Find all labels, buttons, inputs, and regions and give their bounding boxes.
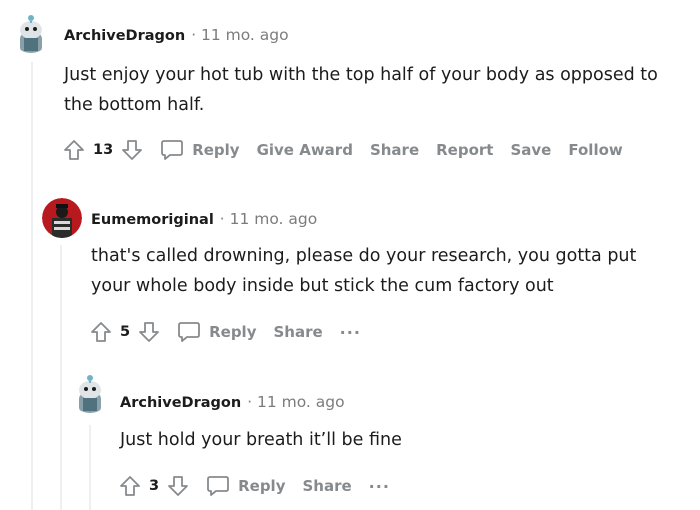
comment-body-line: Just enjoy your hot tub with the top hal…: [64, 65, 658, 85]
thread-line-level-3[interactable]: [89, 425, 91, 510]
meta-separator: ·: [219, 210, 225, 228]
reply-label: Reply: [209, 323, 257, 341]
comment-body: Just hold your breath it’ll be fine: [120, 425, 402, 455]
report-button[interactable]: Report: [436, 141, 493, 159]
more-options-button[interactable]: ···: [369, 477, 390, 496]
meta-separator: ·: [191, 26, 196, 44]
reply-button[interactable]: Reply: [177, 321, 256, 343]
dark-figure-avatar-icon[interactable]: [42, 198, 82, 238]
speech-bubble-icon: [206, 475, 230, 497]
downvote-arrow-icon[interactable]: [120, 138, 144, 162]
vote-score: 13: [93, 142, 114, 158]
comment-body: that's called drowning, please do your r…: [91, 241, 636, 301]
meta-separator: ·: [247, 393, 252, 411]
comment-timestamp[interactable]: 11 mo. ago: [230, 210, 318, 228]
comment-body-line: that's called drowning, please do your r…: [91, 246, 637, 266]
share-button[interactable]: Share: [302, 477, 351, 495]
comment-body-line: your whole body inside but stick the cum…: [91, 276, 554, 296]
reply-label: Reply: [192, 141, 240, 159]
upvote-arrow-icon[interactable]: [118, 474, 142, 498]
speech-bubble-icon: [177, 321, 201, 343]
comment-meta: Eumemoriginal · 11 mo. ago: [91, 209, 317, 230]
reply-button[interactable]: Reply: [206, 475, 285, 497]
thread-line-level-2[interactable]: [60, 245, 62, 510]
comment-body: Just enjoy your hot tub with the top hal…: [64, 60, 658, 120]
snoo-avatar-icon[interactable]: [70, 373, 110, 413]
upvote-arrow-icon[interactable]: [62, 138, 86, 162]
share-button[interactable]: Share: [370, 141, 419, 159]
comment-actions: 5 Reply Share ···: [89, 318, 361, 346]
snoo-avatar-icon[interactable]: [11, 13, 51, 53]
comment-timestamp[interactable]: 11 mo. ago: [257, 393, 345, 411]
thread-line-level-1[interactable]: [31, 62, 33, 510]
reply-button[interactable]: Reply: [160, 139, 240, 161]
more-options-button[interactable]: ···: [340, 323, 361, 342]
author-name[interactable]: ArchiveDragon: [64, 28, 185, 44]
comment-body-line: Just hold your breath it’ll be fine: [120, 430, 402, 450]
author-name[interactable]: ArchiveDragon: [120, 395, 241, 411]
vote-score: 5: [120, 324, 131, 340]
comment-actions: 13 Reply Give Award Share Report Save Fo…: [62, 136, 640, 164]
speech-bubble-icon: [160, 139, 184, 161]
downvote-arrow-icon[interactable]: [166, 474, 190, 498]
comment-actions: 3 Reply Share ···: [118, 472, 390, 500]
comment-body-line: the bottom half.: [64, 95, 205, 115]
comment-timestamp[interactable]: 11 mo. ago: [201, 26, 289, 44]
vote-score: 3: [149, 478, 160, 494]
upvote-arrow-icon[interactable]: [89, 320, 113, 344]
follow-button[interactable]: Follow: [568, 141, 622, 159]
author-name[interactable]: Eumemoriginal: [91, 212, 214, 228]
downvote-arrow-icon[interactable]: [137, 320, 161, 344]
share-button[interactable]: Share: [273, 323, 322, 341]
give-award-button[interactable]: Give Award: [257, 141, 353, 159]
comment-meta: ArchiveDragon · 11 mo. ago: [64, 25, 289, 46]
save-button[interactable]: Save: [510, 141, 551, 159]
reply-label: Reply: [238, 477, 286, 495]
comment-meta: ArchiveDragon · 11 mo. ago: [120, 392, 345, 413]
